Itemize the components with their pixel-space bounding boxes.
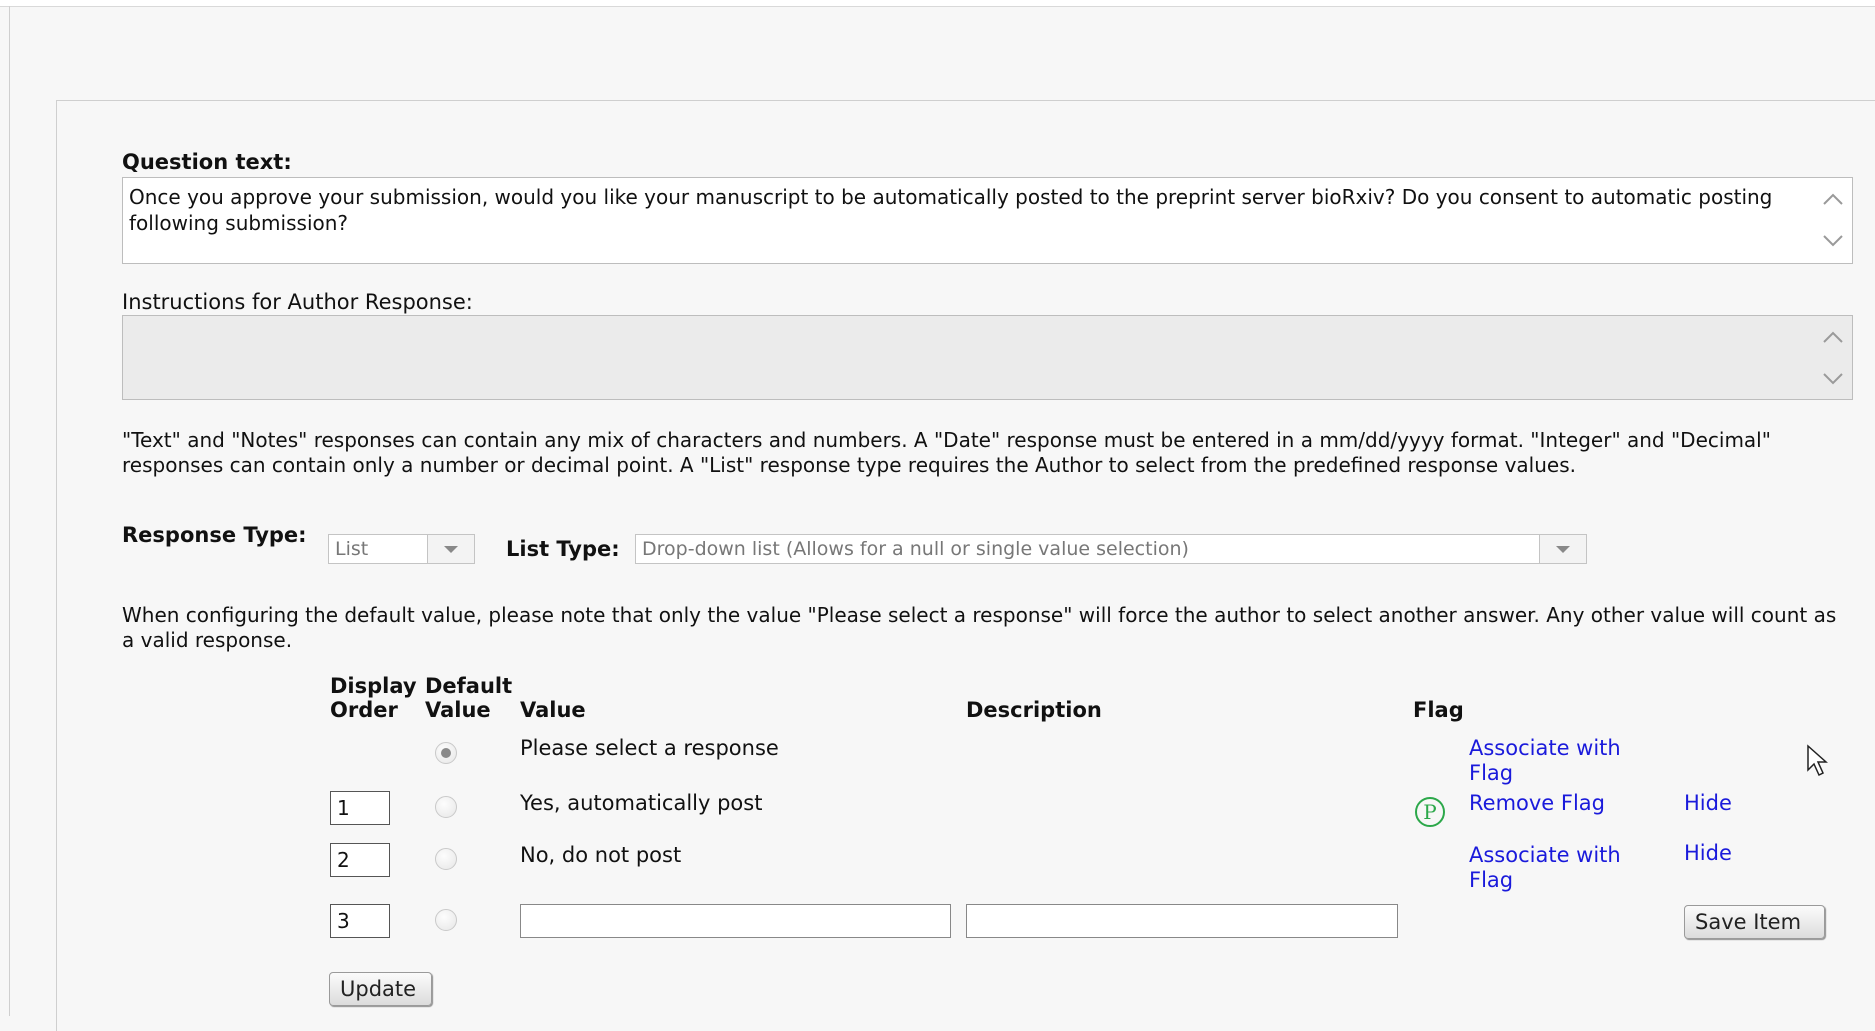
header-default: Default (425, 674, 513, 698)
display-order-input[interactable]: 3 (330, 904, 390, 938)
window-left-border (9, 6, 10, 1016)
list-type-dropdown-button[interactable] (1539, 535, 1586, 563)
instructions-scrollbar[interactable] (1812, 316, 1852, 399)
response-type-label: Response Type: (122, 523, 307, 547)
response-type-dropdown-button[interactable] (427, 535, 474, 563)
display-order-input[interactable]: 2 (330, 843, 390, 877)
default-value-radio[interactable] (435, 742, 457, 764)
hide-link[interactable]: Hide (1684, 841, 1732, 866)
question-scrollbar[interactable] (1812, 178, 1852, 263)
scroll-up-icon[interactable] (1822, 192, 1844, 206)
header-flag: Flag (1413, 698, 1464, 722)
header-value: Value (520, 698, 586, 722)
response-type-select[interactable]: List (328, 534, 475, 564)
header-description: Description (966, 698, 1102, 722)
default-value-radio[interactable] (435, 848, 457, 870)
scroll-down-icon[interactable] (1822, 234, 1844, 248)
default-value-radio[interactable] (435, 796, 457, 818)
response-type-help-text: "Text" and "Notes" responses can contain… (122, 428, 1771, 477)
hide-link[interactable]: Hide (1684, 791, 1732, 816)
response-type-value: List (335, 538, 369, 560)
instructions-label: Instructions for Author Response: (122, 290, 473, 314)
scroll-up-icon[interactable] (1822, 330, 1844, 344)
list-type-label: List Type: (506, 537, 620, 561)
display-order-value: 3 (337, 909, 350, 933)
question-text-value: Once you approve your submission, would … (129, 185, 1773, 235)
question-text-label: Question text: (122, 150, 292, 174)
new-description-input[interactable] (966, 904, 1398, 938)
new-value-input[interactable] (520, 904, 951, 938)
display-order-input[interactable]: 1 (330, 791, 390, 825)
display-order-value: 2 (337, 848, 350, 872)
list-type-value: Drop-down list (Allows for a null or sin… (642, 538, 1189, 560)
row-value: Please select a response (520, 736, 779, 760)
associate-flag-link[interactable]: Associate with Flag (1469, 736, 1659, 786)
update-button[interactable]: Update (329, 972, 432, 1006)
row-value: No, do not post (520, 843, 682, 867)
header-display: Display (330, 674, 417, 698)
header-order: Order (330, 698, 398, 722)
chevron-down-icon (444, 546, 458, 553)
window-top-border (0, 0, 1875, 7)
preprint-flag-icon: P (1415, 797, 1445, 827)
default-value-note: When configuring the default value, plea… (122, 603, 1837, 652)
chevron-down-icon (1556, 546, 1570, 553)
save-item-button[interactable]: Save Item (1684, 905, 1825, 939)
instructions-text-area[interactable] (122, 315, 1853, 400)
default-value-radio[interactable] (435, 909, 457, 931)
header-default-value: Value (425, 698, 491, 722)
mouse-cursor-icon (1807, 744, 1828, 777)
display-order-value: 1 (337, 796, 350, 820)
remove-flag-link[interactable]: Remove Flag (1469, 791, 1605, 816)
list-type-select[interactable]: Drop-down list (Allows for a null or sin… (635, 534, 1587, 564)
scroll-down-icon[interactable] (1822, 372, 1844, 386)
row-value: Yes, automatically post (520, 791, 763, 815)
associate-flag-link[interactable]: Associate with Flag (1469, 843, 1659, 893)
question-text-area[interactable]: Once you approve your submission, would … (122, 177, 1853, 264)
